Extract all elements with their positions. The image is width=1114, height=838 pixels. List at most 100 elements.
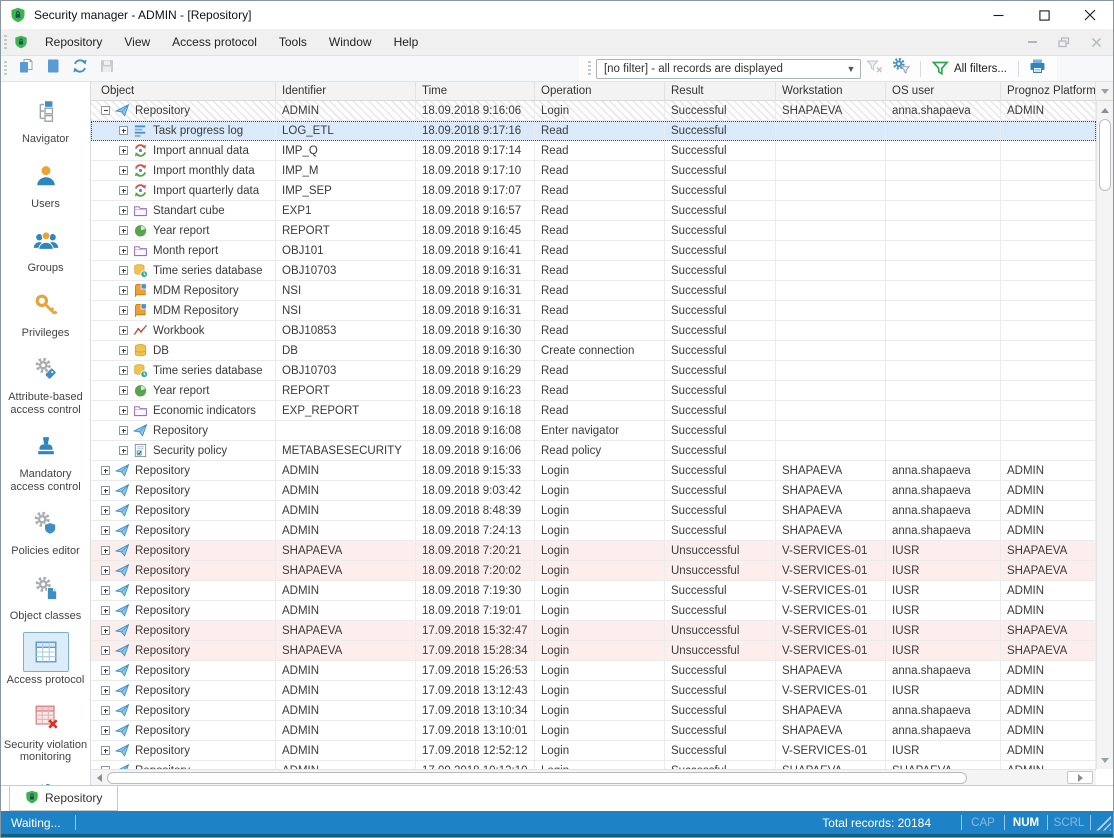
sidebar-item-access-protocol[interactable]: Access protocol — [7, 632, 85, 687]
toolbar-grip[interactable] — [4, 61, 7, 76]
table-row[interactable]: RepositoryADMIN18.09.2018 7:19:30LoginSu… — [91, 581, 1096, 601]
expand-button[interactable] — [101, 626, 110, 635]
table-row[interactable]: Import quarterly dataIMP_SEP18.09.2018 9… — [91, 181, 1096, 201]
table-row[interactable]: RepositorySHAPAEVA17.09.2018 15:32:47Log… — [91, 621, 1096, 641]
all-filters-button[interactable]: All filters... — [926, 59, 1013, 79]
expand-button[interactable] — [119, 406, 128, 415]
print-button[interactable] — [1024, 58, 1051, 80]
expand-button[interactable] — [119, 126, 128, 135]
sidebar-item-privileges[interactable]: Privileges — [22, 285, 70, 340]
expand-button[interactable] — [101, 666, 110, 675]
table-row[interactable]: DBDB18.09.2018 9:16:30Create connectionS… — [91, 341, 1096, 361]
expand-button[interactable] — [119, 386, 128, 395]
table-row[interactable]: RepositorySHAPAEVA18.09.2018 7:20:02Logi… — [91, 561, 1096, 581]
expand-button[interactable] — [119, 326, 128, 335]
column-filter-button[interactable] — [1097, 84, 1112, 99]
close-button[interactable] — [1067, 1, 1113, 29]
scroll-down-button[interactable] — [1097, 752, 1113, 768]
mdi-restore-button[interactable] — [1055, 34, 1073, 50]
expand-button[interactable] — [101, 726, 110, 735]
expand-button[interactable] — [101, 546, 110, 555]
table-row[interactable]: Repository18.09.2018 9:16:08Enter naviga… — [91, 421, 1096, 441]
copy-button[interactable] — [12, 58, 39, 80]
table-row[interactable]: Year reportREPORT18.09.2018 9:16:45ReadS… — [91, 221, 1096, 241]
column-header-identifier[interactable]: Identifier — [276, 82, 416, 100]
scroll-right-button[interactable] — [1067, 771, 1093, 784]
table-row[interactable]: Time series databaseOBJ1070318.09.2018 9… — [91, 361, 1096, 381]
sidebar-item-policies-editor[interactable]: Policies editor — [11, 503, 79, 558]
expand-button[interactable] — [119, 186, 128, 195]
column-header-operation[interactable]: Operation — [535, 82, 665, 100]
table-row[interactable]: MDM RepositoryNSI18.09.2018 9:16:31ReadS… — [91, 281, 1096, 301]
save-button[interactable] — [93, 58, 120, 80]
horizontal-scroll-thumb[interactable] — [107, 772, 967, 784]
expand-button[interactable] — [101, 686, 110, 695]
table-row[interactable]: Import annual dataIMP_Q18.09.2018 9:17:1… — [91, 141, 1096, 161]
menu-item-tools[interactable]: Tools — [268, 29, 318, 55]
table-row[interactable]: RepositoryADMIN17.09.2018 13:10:34LoginS… — [91, 701, 1096, 721]
sidebar-item-object-classes[interactable]: Object classes — [10, 568, 82, 623]
column-header-time[interactable]: Time — [416, 82, 535, 100]
minimize-button[interactable] — [975, 1, 1021, 29]
menubar-grip[interactable] — [4, 35, 7, 50]
filter-toolbar-grip[interactable] — [588, 61, 591, 76]
column-header-object[interactable]: Object — [91, 82, 276, 100]
table-row[interactable]: RepositoryADMIN17.09.2018 12:52:12LoginS… — [91, 741, 1096, 761]
sidebar-item-navigator[interactable]: Navigator — [22, 91, 69, 146]
expand-button[interactable] — [101, 526, 110, 535]
table-row[interactable]: Import monthly dataIMP_M18.09.2018 9:17:… — [91, 161, 1096, 181]
expand-button[interactable] — [119, 166, 128, 175]
mdi-close-button[interactable] — [1087, 34, 1105, 50]
horizontal-scrollbar[interactable] — [91, 769, 1096, 785]
expand-button[interactable] — [119, 366, 128, 375]
expand-button[interactable] — [101, 706, 110, 715]
resize-grip-icon[interactable] — [1095, 815, 1111, 831]
scroll-left-button[interactable] — [91, 770, 107, 785]
expand-button[interactable] — [119, 146, 128, 155]
table-row[interactable]: Task progress logLOG_ETL18.09.2018 9:17:… — [91, 121, 1096, 141]
expand-button[interactable] — [101, 566, 110, 575]
expand-button[interactable] — [119, 206, 128, 215]
expand-button[interactable] — [101, 586, 110, 595]
expand-button[interactable] — [119, 226, 128, 235]
table-row[interactable]: RepositorySHAPAEVA17.09.2018 15:28:34Log… — [91, 641, 1096, 661]
table-row[interactable]: Year reportREPORT18.09.2018 9:16:23ReadS… — [91, 381, 1096, 401]
expand-button[interactable] — [101, 606, 110, 615]
expand-button[interactable] — [101, 646, 110, 655]
sidebar-item-mandatory-access-control[interactable]: Mandatory access control — [2, 426, 90, 493]
table-row[interactable]: RepositoryADMIN17.09.2018 13:12:43LoginS… — [91, 681, 1096, 701]
table-row[interactable]: Security policyMETABASESECURITY18.09.201… — [91, 441, 1096, 461]
menu-item-repository[interactable]: Repository — [34, 29, 113, 55]
table-row[interactable]: WorkbookOBJ1085318.09.2018 9:16:30ReadSu… — [91, 321, 1096, 341]
table-row[interactable]: Standart cubeEXP118.09.2018 9:16:57ReadS… — [91, 201, 1096, 221]
table-row[interactable]: RepositoryADMIN18.09.2018 9:16:06LoginSu… — [91, 101, 1096, 121]
sidebar-item-groups[interactable]: Groups — [23, 220, 69, 275]
table-row[interactable]: RepositoryADMIN18.09.2018 9:03:42LoginSu… — [91, 481, 1096, 501]
maximize-button[interactable] — [1021, 1, 1067, 29]
mdi-minimize-button[interactable] — [1023, 34, 1041, 50]
table-row[interactable]: RepositoryADMIN17.09.2018 10:12:10LoginS… — [91, 761, 1096, 769]
expand-button[interactable] — [119, 426, 128, 435]
sidebar-item-service[interactable]: Service — [23, 774, 69, 786]
expand-button[interactable] — [119, 446, 128, 455]
menu-item-window[interactable]: Window — [318, 29, 383, 55]
collapse-button[interactable] — [101, 106, 110, 115]
menu-item-help[interactable]: Help — [383, 29, 430, 55]
expand-button[interactable] — [101, 506, 110, 515]
column-header-os-user[interactable]: OS user — [886, 82, 1001, 100]
clear-filter-button[interactable] — [861, 58, 888, 80]
table-row[interactable]: RepositoryADMIN18.09.2018 9:15:33LoginSu… — [91, 461, 1096, 481]
expand-button[interactable] — [119, 346, 128, 355]
menu-item-view[interactable]: View — [113, 29, 161, 55]
column-header-prognoz-platform[interactable]: Prognoz Platform — [1001, 82, 1096, 100]
table-row[interactable]: Month reportOBJ10118.09.2018 9:16:41Read… — [91, 241, 1096, 261]
table-row[interactable]: Time series databaseOBJ1070318.09.2018 9… — [91, 261, 1096, 281]
table-row[interactable]: RepositoryADMIN18.09.2018 7:19:01LoginSu… — [91, 601, 1096, 621]
expand-button[interactable] — [119, 266, 128, 275]
vertical-scroll-thumb[interactable] — [1099, 119, 1111, 191]
expand-button[interactable] — [119, 246, 128, 255]
table-row[interactable]: RepositorySHAPAEVA18.09.2018 7:20:21Logi… — [91, 541, 1096, 561]
sidebar-item-users[interactable]: Users — [23, 156, 69, 211]
filter-settings-button[interactable] — [888, 58, 915, 80]
table-row[interactable]: Economic indicatorsEXP_REPORT18.09.2018 … — [91, 401, 1096, 421]
